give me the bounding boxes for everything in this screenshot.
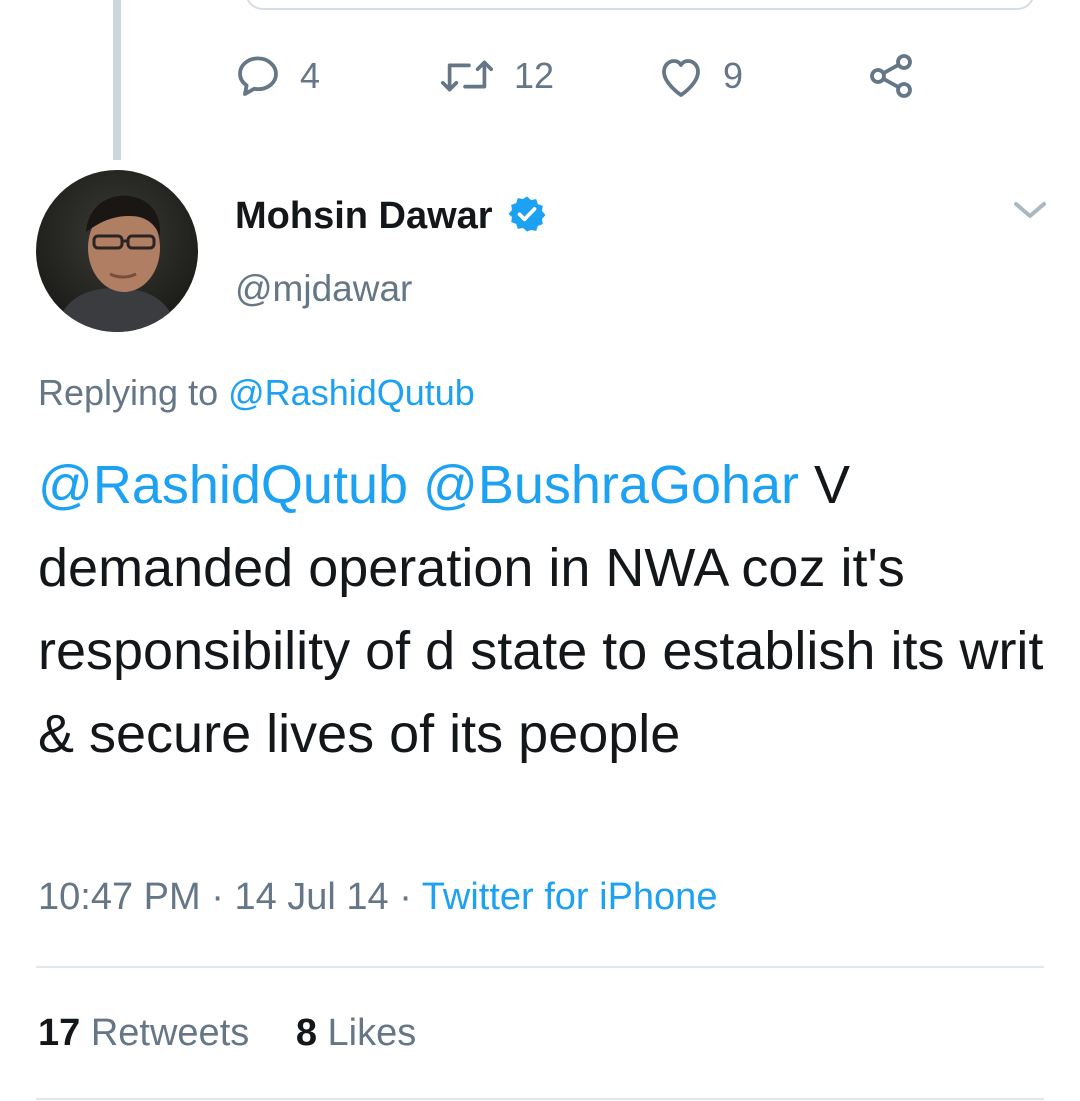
retweet-count: 12 [514, 55, 555, 96]
reply-count: 4 [300, 55, 321, 96]
tweet-date[interactable]: 14 Jul 14 [234, 876, 388, 918]
tweet-time[interactable]: 10:47 PM [38, 876, 201, 918]
tweet-stats: 17 Retweets 8 Likes [38, 1012, 416, 1055]
retweets-label: Retweets [90, 1012, 250, 1054]
mention-link[interactable]: @BushraGohar [423, 455, 799, 515]
previous-tweet-action-bar: 4 12 9 [0, 48, 1080, 104]
retweet-button[interactable]: 12 [438, 48, 554, 104]
replying-to: Replying to @RashidQutub [38, 372, 475, 414]
heart-icon [657, 53, 705, 99]
reply-icon [234, 52, 282, 100]
tweet-text: @RashidQutub @BushraGohar V demanded ope… [38, 444, 1048, 776]
likes-stat[interactable]: 8 Likes [296, 1012, 416, 1054]
like-button[interactable]: 9 [657, 48, 743, 104]
like-count: 9 [723, 55, 744, 96]
replying-to-label: Replying to [38, 372, 219, 413]
meta-separator: · [211, 876, 224, 918]
retweets-stat[interactable]: 17 Retweets [38, 1012, 260, 1054]
likes-count: 8 [295, 1012, 317, 1054]
share-button[interactable] [866, 48, 916, 104]
share-icon [866, 52, 916, 100]
chevron-down-icon[interactable] [1012, 198, 1048, 227]
display-name[interactable]: Mohsin Dawar [235, 195, 493, 238]
author-name-row[interactable]: Mohsin Dawar [235, 192, 547, 240]
divider [36, 966, 1044, 968]
reply-button[interactable]: 4 [234, 48, 320, 104]
mention-link[interactable]: @RashidQutub [38, 455, 408, 515]
tweet-source-link[interactable]: Twitter for iPhone [422, 876, 718, 918]
avatar[interactable] [36, 170, 198, 332]
retweets-count: 17 [38, 1012, 81, 1054]
author-handle[interactable]: @mjdawar [235, 268, 412, 310]
previous-tweet-media-edge [245, 0, 1035, 10]
meta-separator: · [399, 876, 412, 918]
divider [36, 1098, 1044, 1100]
likes-label: Likes [327, 1012, 417, 1054]
replying-to-mention-link[interactable]: @RashidQutub [228, 372, 475, 413]
verified-badge-icon [507, 194, 547, 239]
retweet-icon [438, 54, 496, 98]
tweet-meta: 10:47 PM · 14 Jul 14 · Twitter for iPhon… [38, 876, 717, 919]
